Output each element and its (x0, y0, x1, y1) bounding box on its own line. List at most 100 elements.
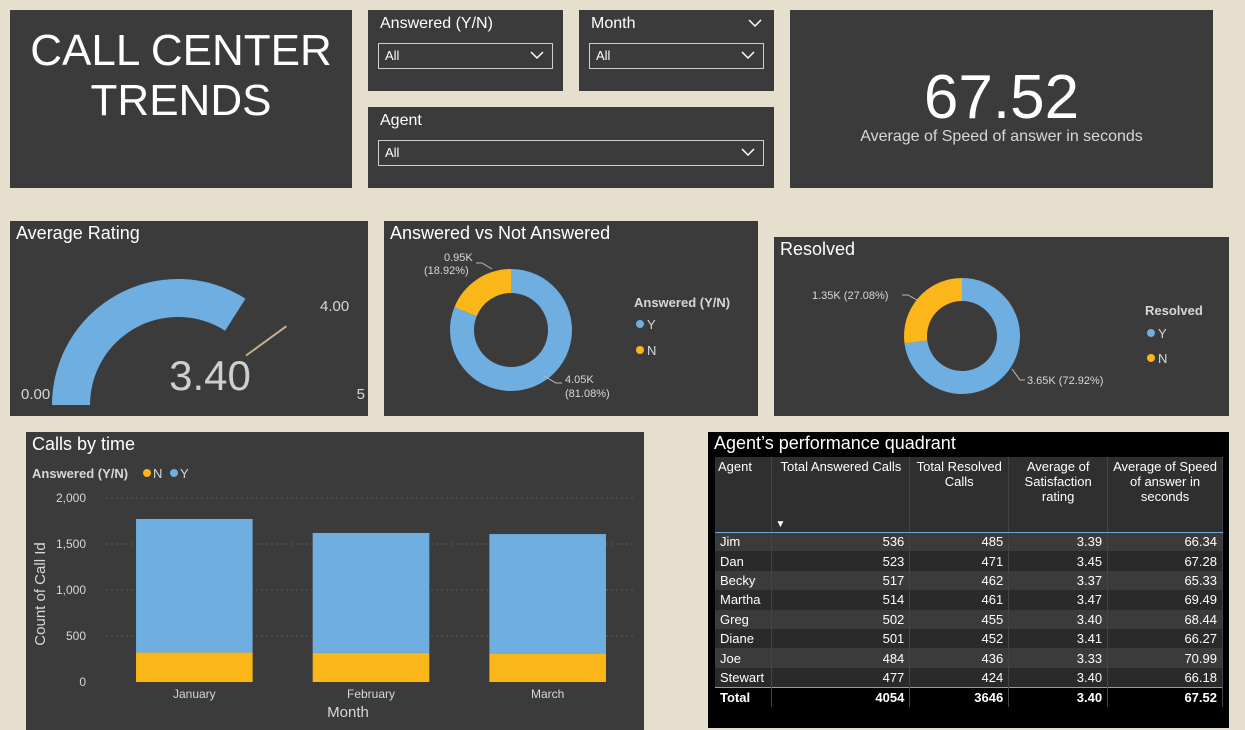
y-tick-label: 500 (66, 629, 86, 643)
table-cell: Dan (715, 551, 773, 571)
month-dropdown-value: All (596, 48, 611, 63)
bar-march-n (489, 653, 606, 682)
legend-title: Resolved (1145, 303, 1203, 318)
table-row[interactable]: Jim 536 485 3.39 66.34 (715, 532, 1223, 552)
column-header-speed[interactable]: Average of Speed of answer in seconds (1107, 457, 1223, 533)
legend-marker-n (143, 469, 151, 477)
table-cell: 3.41 (1008, 628, 1109, 649)
table-cell: 424 (909, 667, 1010, 688)
answered-dropdown-value: All (385, 48, 400, 63)
bar-chart-svg: Answered (Y/N) N Y Month Count of Call I… (32, 466, 636, 721)
table-cell: 501 (771, 628, 911, 649)
data-label-y: 3.65K (72.92%) (1027, 375, 1103, 387)
legend-label-y: Y (180, 466, 189, 481)
leader-line-y (543, 375, 562, 384)
table-row[interactable]: Dan 523 471 3.45 67.28 (715, 551, 1223, 571)
average-rating-gauge: Average Rating 3.40 0.00 5 4.00 (10, 221, 368, 416)
table-cell: Greg (715, 609, 773, 629)
table-cell: 69.49 (1107, 590, 1223, 610)
table-cell: Diane (715, 628, 773, 649)
table-cell: 485 (909, 532, 1010, 552)
column-header-satisfaction[interactable]: Average of Satisfaction rating (1008, 457, 1109, 533)
table-row[interactable]: Greg 502 455 3.40 68.44 (715, 609, 1223, 629)
legend-title: Answered (Y/N) (634, 295, 730, 310)
legend-marker-y (1147, 329, 1155, 337)
gauge-max-label: 5 (357, 386, 365, 403)
matrix-table: Agent Total Answered Calls ▼ Total Resolv… (715, 457, 1223, 707)
resolved-slice-n (904, 278, 962, 344)
table-cell: 70.99 (1107, 648, 1223, 668)
data-label-n-percent: (18.92%) (424, 265, 469, 277)
table-cell: 471 (909, 551, 1010, 571)
total-cell: 3646 (909, 686, 1010, 707)
table-cell: 502 (771, 609, 911, 629)
data-label-y-value: 4.05K (565, 374, 594, 386)
legend-marker-n (1147, 354, 1155, 362)
total-row: Total 4054 3646 3.40 67.52 (715, 686, 1223, 707)
x-tick-label: March (531, 687, 564, 701)
table-row[interactable]: Diane 501 452 3.41 66.27 (715, 628, 1223, 649)
bar-february-n (312, 652, 430, 682)
total-cell: Total (715, 686, 773, 707)
table-cell: 514 (771, 590, 911, 610)
gauge-target-label: 4.00 (320, 298, 349, 315)
column-header-agent[interactable]: Agent (715, 457, 773, 533)
title-card: CALL CENTER TRENDS (10, 10, 352, 188)
answered-donut-svg: Answered (Y/N) Y N 4.05K (81.08%) 0.95K … (424, 252, 730, 400)
gauge-value-label: 3.40 (169, 352, 251, 399)
table-cell: 462 (909, 570, 1010, 591)
table-cell: 517 (771, 570, 911, 591)
leader-line-n (476, 262, 493, 270)
table-cell: 484 (771, 648, 911, 668)
table-cell: 66.18 (1107, 667, 1223, 688)
table-row[interactable]: Joe 484 436 3.33 70.99 (715, 648, 1223, 668)
table-cell: 66.34 (1107, 532, 1223, 552)
table-cell: 523 (771, 551, 911, 571)
y-tick-label: 0 (79, 675, 86, 689)
table-cell: Martha (715, 590, 773, 610)
kpi-card: 67.52 Average of Speed of answer in seco… (790, 10, 1213, 188)
legend-marker-y (170, 469, 178, 477)
x-axis-title: Month (327, 704, 369, 721)
x-tick-label: February (347, 687, 395, 701)
y-tick-label: 1,000 (56, 583, 86, 597)
chevron-down-icon (741, 148, 755, 157)
calls-by-time-panel: Calls by time Answered (Y/N) N Y Month C… (26, 432, 644, 730)
chevron-down-icon[interactable] (748, 18, 762, 28)
table-cell: 68.44 (1107, 609, 1223, 629)
dashboard-title: CALL CENTER TRENDS (30, 26, 332, 125)
table-cell: 3.39 (1008, 532, 1109, 552)
table-cell: 452 (909, 628, 1010, 649)
legend-label-y: Y (1158, 326, 1167, 341)
month-dropdown[interactable]: All (589, 43, 764, 69)
table-row[interactable]: Stewart 477 424 3.40 66.18 (715, 667, 1223, 688)
resolved-donut-panel: Resolved Resolved Y N 3.65K (72.92%) 1.3… (774, 237, 1229, 416)
table-cell: Stewart (715, 667, 773, 688)
legend-label-n: N (647, 343, 656, 358)
column-header-resolved[interactable]: Total Resolved Calls (909, 457, 1010, 533)
column-header-answered[interactable]: Total Answered Calls ▼ (771, 457, 911, 533)
table-cell: 3.37 (1008, 570, 1109, 591)
data-label-n: 1.35K (27.08%) (812, 290, 888, 302)
month-slicer-label: Month (591, 15, 636, 32)
bar-january-y (136, 518, 253, 653)
gauge-target-line (245, 325, 287, 357)
table-row[interactable]: Becky 517 462 3.37 65.33 (715, 570, 1223, 591)
agent-dropdown-value: All (385, 145, 400, 160)
leader-line-n (902, 294, 918, 301)
resolved-donut-svg: Resolved Y N 3.65K (72.92%) 1.35K (27.08… (812, 278, 1203, 394)
kpi-label: Average of Speed of answer in seconds (860, 128, 1143, 145)
matrix-title: Agent’s performance quadrant (714, 433, 956, 453)
table-cell: 461 (909, 590, 1010, 610)
agent-performance-matrix: Agent’s performance quadrant Agent Total… (708, 432, 1229, 728)
agent-slicer: Agent All (368, 107, 774, 188)
answered-dropdown[interactable]: All (378, 43, 553, 69)
agent-dropdown[interactable]: All (378, 140, 764, 166)
bar-march-y (489, 534, 606, 654)
total-cell: 4054 (771, 686, 911, 707)
table-row[interactable]: Martha 514 461 3.47 69.49 (715, 590, 1223, 610)
legend-label-y: Y (647, 317, 656, 332)
answered-donut-panel: Answered vs Not Answered Answered (Y/N) … (384, 221, 758, 416)
table-cell: 3.45 (1008, 551, 1109, 571)
legend-label-n: N (1158, 351, 1167, 366)
